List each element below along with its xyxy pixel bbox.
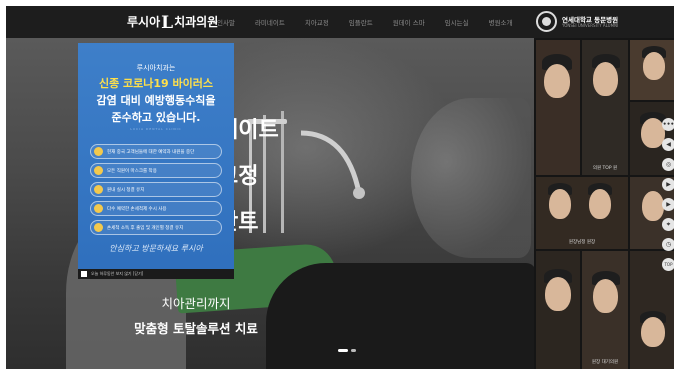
menu-item-laminate[interactable]: 라미네이트 [255, 17, 285, 27]
patient-chair [266, 263, 536, 369]
hero-tagline: 치아관리까지 맞춤형 토탈솔루션 치료 [116, 293, 276, 337]
doctor-photo[interactable]: 의원 TOP 원 [582, 40, 628, 175]
doctor-photo[interactable]: 원장님정 원장 [536, 177, 628, 249]
logo-mark: L [161, 13, 174, 33]
guideline-item: 다수 예약한 손세척제 수시 사용 [90, 201, 222, 216]
guideline-text: 다수 예약한 손세척제 수시 사용 [107, 206, 167, 212]
popup-english-subtitle: LUCIA DENTAL CLINIC [130, 127, 182, 131]
doctor-photo[interactable] [536, 251, 580, 369]
scroll-top-button[interactable]: TOP [662, 258, 674, 271]
guideline-item: 현재 중국 고객님들에 대한 예약과 내원을 중단 [90, 144, 222, 159]
popup-footer: 오늘 하루동안 보지 않기 [닫기] [78, 269, 234, 279]
map-icon[interactable]: ⌖ [662, 218, 674, 231]
slide-dot-active[interactable] [338, 349, 348, 352]
guideline-bullet-icon [94, 147, 103, 156]
tagline-line-2: 맞춤형 토탈솔루션 치료 [134, 321, 258, 336]
slide-dot[interactable] [351, 349, 356, 352]
top-nav: 루시아L치과의원 인사말 라미네이트 치아교정 임플란트 원데이 스마 임시는실… [6, 6, 674, 38]
popup-headline-2: 감염 대비 예방행동수칙을 [96, 94, 216, 107]
guideline-bullet-icon [94, 185, 103, 194]
guideline-item: 손세척 소독 후 출입 및 개인별 청결 유지 [90, 220, 222, 235]
university-badge[interactable]: 연세대학교 동문병원 YONSEI UNIVERSITY ALUMNI [536, 10, 646, 34]
popup-headline-3: 준수하고 있습니다. [111, 111, 201, 124]
popup-guideline-list: 현재 중국 고객님들에 대한 예약과 내원을 중단 모든 직원이 마스크를 착용… [90, 144, 222, 239]
popup-intro: 루시아치과는 [136, 64, 176, 72]
browser-viewport: 루시아L치과의원 인사말 라미네이트 치아교정 임플란트 원데이 스마 임시는실… [6, 6, 674, 369]
play-icon[interactable]: ▶ [662, 198, 674, 211]
instagram-icon[interactable]: ◎ [662, 158, 674, 171]
doctor-photo[interactable] [630, 40, 674, 100]
guideline-bullet-icon [94, 204, 103, 213]
menu-item-sedation[interactable]: 임시는실 [445, 17, 469, 27]
clinic-logo[interactable]: 루시아L치과의원 [127, 13, 219, 33]
doctor-photo[interactable] [536, 40, 580, 175]
collage-caption: 의원 TOP 원 [592, 166, 618, 171]
main-menu: 인사말 라미네이트 치아교정 임플란트 원데이 스마 임시는실 병원소개 [217, 17, 533, 27]
menu-item-about[interactable]: 병원소개 [489, 17, 513, 27]
guideline-text: 손세척 소독 후 출입 및 개인별 청결 유지 [107, 225, 184, 231]
tagline-line-1: 치아관리까지 [161, 296, 231, 311]
scroll-top-label: TOP [664, 262, 673, 267]
university-subtitle: YONSEI UNIVERSITY ALUMNI [562, 23, 619, 28]
menu-item-oneday[interactable]: 원데이 스마 [393, 17, 425, 27]
talk-icon[interactable]: ••• [662, 118, 674, 131]
doctor-collage: 의원 TOP 원 원장님정 원장 원장 대기의원 [534, 38, 674, 369]
menu-item-greeting[interactable]: 인사말 [217, 17, 235, 27]
slide-pagination [338, 349, 356, 352]
popup-headline-1: 신종 코로나19 바이러스 [98, 77, 214, 90]
guideline-text: 현재 중국 고객님들에 대한 예약과 내원을 중단 [107, 149, 195, 155]
clock-icon[interactable]: ◷ [662, 238, 674, 251]
guideline-item: 원내 실시 청결 유지 [90, 182, 222, 197]
popup-signature: 안심하고 방문하세요 루시아 [109, 244, 203, 253]
guideline-text: 모든 직원이 마스크를 착용 [107, 168, 157, 174]
guideline-item: 모든 직원이 마스크를 착용 [90, 163, 222, 178]
guideline-text: 원내 실시 청결 유지 [107, 187, 145, 193]
guideline-bullet-icon [94, 166, 103, 175]
social-quicklinks: ••• ◀ ◎ ▶ ▶ ⌖ ◷ TOP [662, 118, 674, 271]
covid-notice-popup: 루시아치과는 신종 코로나19 바이러스 감염 대비 예방행동수칙을 준수하고 … [78, 43, 234, 279]
logo-text-left: 루시아 [127, 15, 161, 29]
collage-caption: 원장 대기의원 [591, 360, 619, 365]
hide-today-checkbox[interactable] [81, 271, 87, 277]
hide-today-label[interactable]: 오늘 하루동안 보지 않기 [닫기] [91, 271, 143, 277]
university-seal-icon [536, 11, 557, 32]
collage-caption: 원장님정 원장 [568, 240, 596, 245]
guideline-bullet-icon [94, 223, 103, 232]
dental-lamp-image [411, 98, 531, 258]
doctor-photo[interactable]: 원장 대기의원 [582, 251, 628, 369]
blog-icon[interactable]: ◀ [662, 138, 674, 151]
menu-item-ortho[interactable]: 치아교정 [305, 17, 329, 27]
youtube-icon[interactable]: ▶ [662, 178, 674, 191]
logo-text-right: 치과의원 [174, 15, 219, 29]
menu-item-implant[interactable]: 임플란트 [349, 17, 373, 27]
